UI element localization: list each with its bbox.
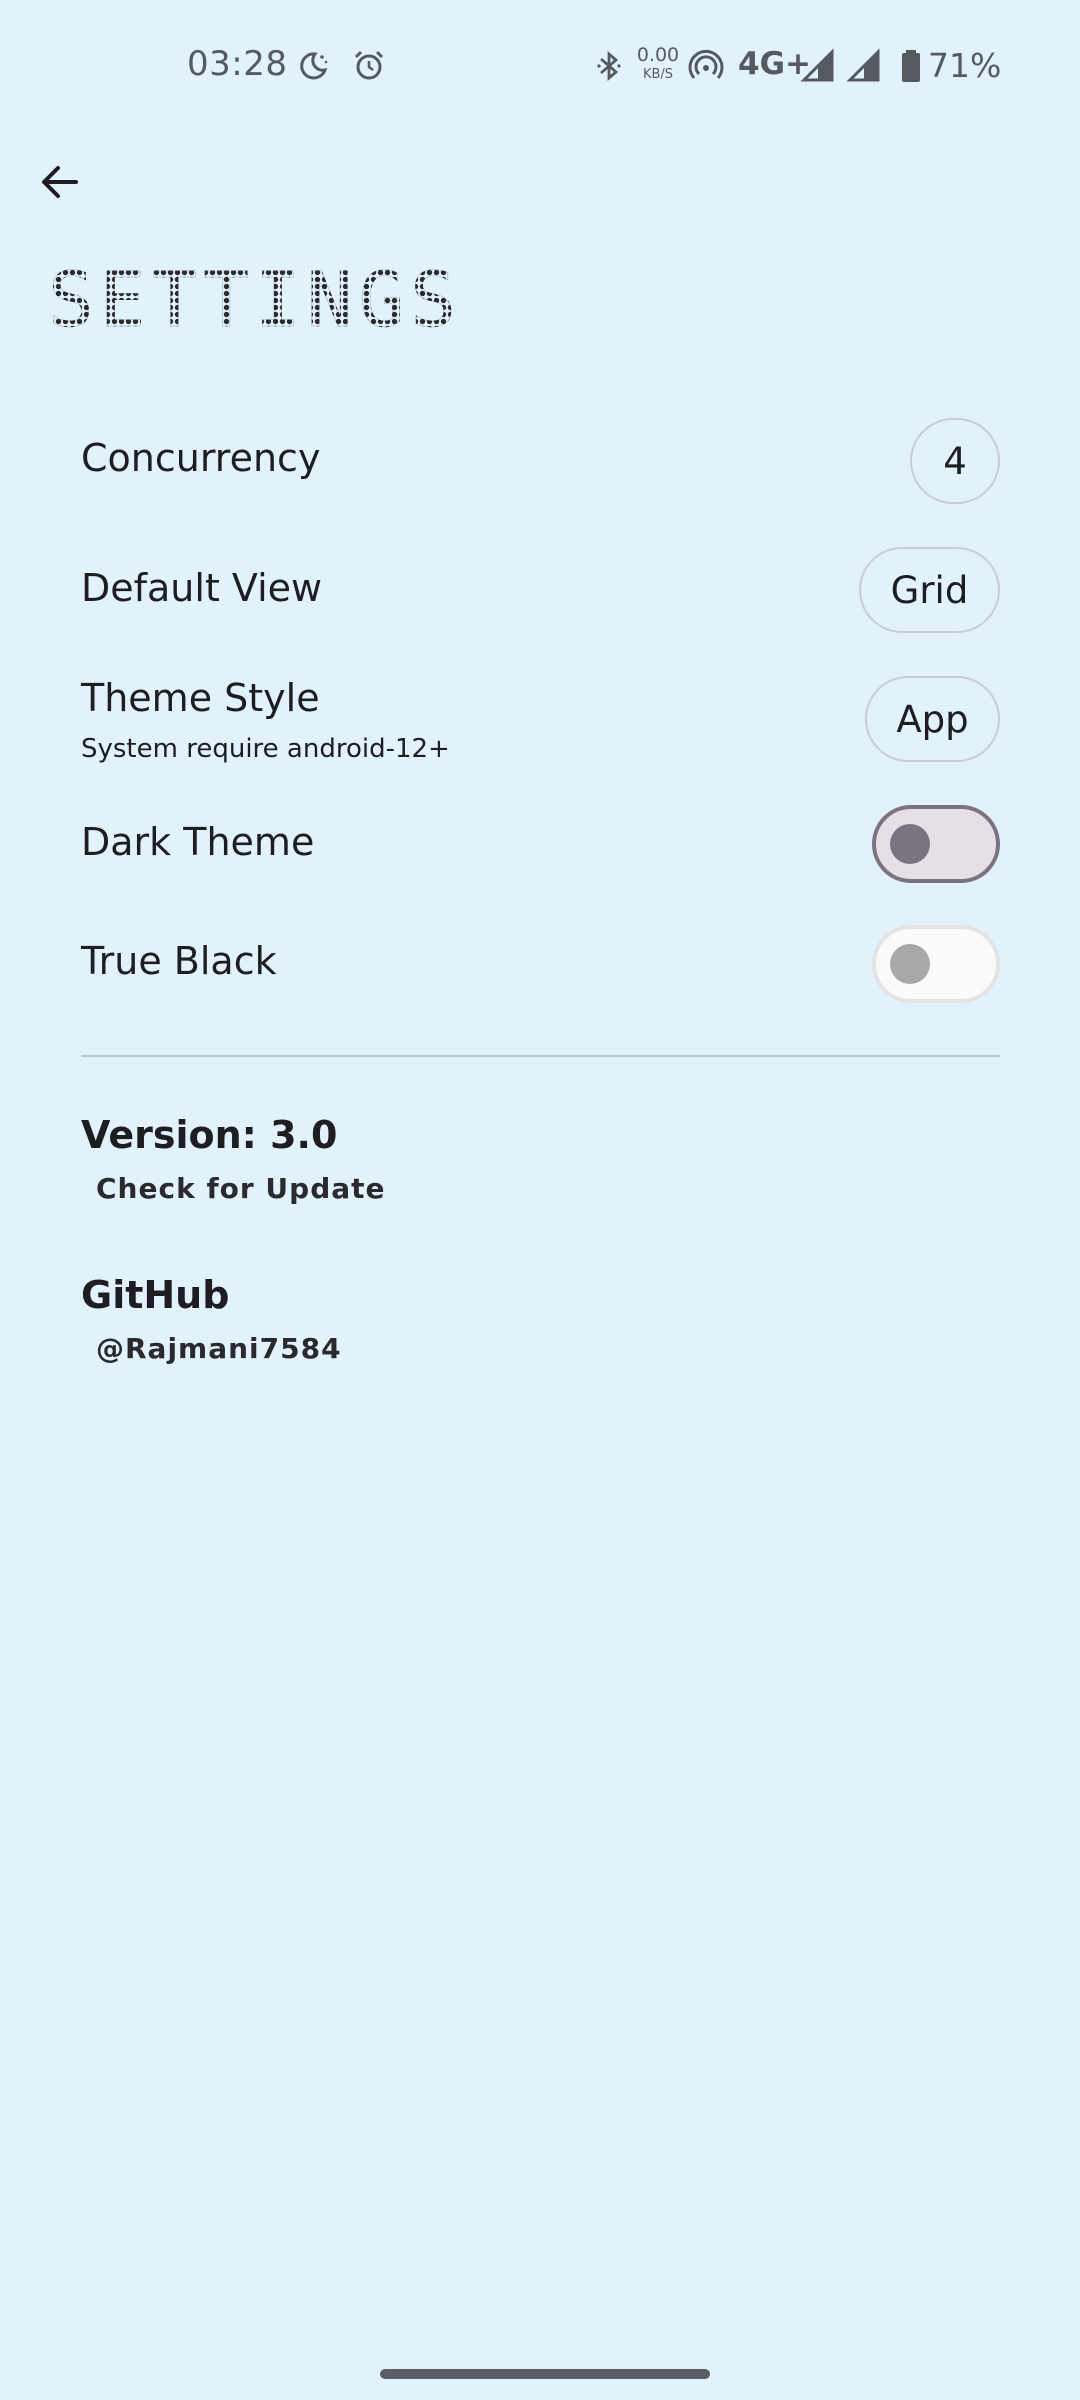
version-title: Version: 3.0 <box>81 1113 338 1157</box>
signal-icon-2 <box>846 48 882 84</box>
concurrency-button[interactable]: 4 <box>910 418 1000 504</box>
github-title: GitHub <box>81 1273 230 1317</box>
theme-style-sublabel: System require android-12+ <box>81 734 450 764</box>
theme-style-button[interactable]: App <box>865 676 1000 762</box>
net-speed-value: 0.00 <box>636 44 680 66</box>
dark-theme-toggle[interactable] <box>872 805 1000 883</box>
home-indicator[interactable] <box>380 2369 710 2379</box>
toggle-knob <box>890 944 930 984</box>
setting-concurrency: Concurrency 4 <box>81 415 1000 507</box>
back-button[interactable] <box>28 150 92 214</box>
net-speed: 0.00 KB/S <box>636 44 680 82</box>
status-bar: 03:28 0.00 KB/S 4G+ 71% <box>0 0 1080 140</box>
default-view-button[interactable]: Grid <box>859 547 1000 633</box>
alarm-icon <box>351 48 387 84</box>
battery-percent: 71% <box>928 46 1002 85</box>
true-black-label: True Black <box>81 939 277 983</box>
hotspot-icon <box>688 48 724 84</box>
moon-icon <box>295 48 331 84</box>
toggle-knob <box>890 824 930 864</box>
concurrency-label: Concurrency <box>81 436 321 480</box>
arrow-left-icon <box>42 166 78 198</box>
divider <box>81 1055 1000 1057</box>
status-time: 03:28 <box>187 44 288 84</box>
check-update-link[interactable]: Check for Update <box>96 1172 386 1205</box>
signal-icon <box>800 48 836 84</box>
page-title: SETTINGS <box>48 255 463 344</box>
default-view-label: Default View <box>81 566 323 610</box>
true-black-toggle[interactable] <box>872 925 1000 1003</box>
dark-theme-label: Dark Theme <box>81 820 315 864</box>
setting-theme-style: Theme Style System require android-12+ A… <box>81 674 1000 774</box>
theme-style-label: Theme Style <box>81 676 320 720</box>
setting-true-black: True Black <box>81 925 1000 1005</box>
bluetooth-icon <box>591 48 627 84</box>
battery-icon <box>893 48 929 84</box>
setting-dark-theme: Dark Theme <box>81 804 1000 884</box>
setting-default-view: Default View Grid <box>81 546 1000 636</box>
net-speed-unit: KB/S <box>642 67 674 82</box>
github-handle-link[interactable]: @Rajmani7584 <box>96 1332 342 1365</box>
